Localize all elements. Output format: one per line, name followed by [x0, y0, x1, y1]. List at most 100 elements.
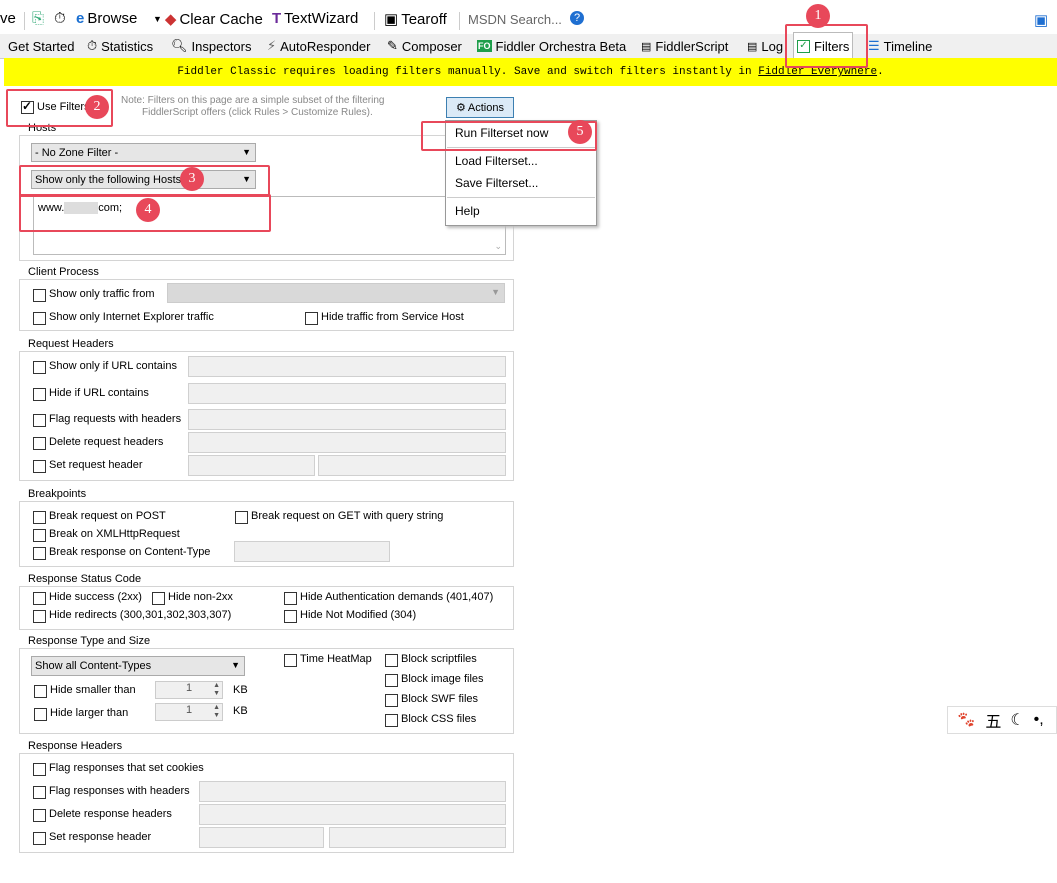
spinner-arrows-icon[interactable]: ▲ ▼ [213, 704, 220, 720]
set-request-header-name-field[interactable] [188, 455, 315, 476]
hide-success-checkbox[interactable] [33, 592, 46, 605]
tab-timeline[interactable]: ☰ Timeline [865, 34, 935, 58]
flag-requests-checkbox[interactable] [33, 414, 46, 427]
block-image-label: Block image files [401, 673, 484, 685]
toolbar-divider [24, 12, 25, 30]
log-icon: ▤ [747, 40, 758, 53]
moon-icon[interactable]: ☾ [1010, 710, 1024, 730]
block-swf-label: Block SWF files [401, 693, 479, 705]
step-badge-5: 5 [568, 120, 592, 144]
actions-button[interactable]: ⚙ Actions [446, 97, 514, 118]
textwizard-button[interactable]: T TextWizard [272, 10, 358, 27]
hide-redirects-checkbox[interactable] [33, 610, 46, 623]
menu-item-load-filterset[interactable]: Load Filterset... [455, 154, 538, 168]
hide-non2xx-label: Hide non-2xx [168, 591, 233, 603]
hide-service-host-checkbox[interactable] [305, 312, 318, 325]
tab-strip: Get Started ⏱ Statistics 🔍︎ Inspectors ⚡︎ A… [0, 32, 1057, 60]
hide-not-modified-checkbox[interactable] [284, 610, 297, 623]
delete-response-headers-checkbox[interactable] [33, 809, 46, 822]
hide-non2xx-checkbox[interactable] [152, 592, 165, 605]
hide-auth-label: Hide Authentication demands (401,407) [300, 591, 494, 603]
hide-service-host-label: Hide traffic from Service Host [321, 311, 464, 323]
show-only-url-field[interactable] [188, 356, 506, 377]
set-response-header-value-field[interactable] [329, 827, 506, 848]
flag-response-headers-field[interactable] [199, 781, 506, 802]
show-only-traffic-from-checkbox[interactable] [33, 289, 46, 302]
flag-requests-label: Flag requests with headers [49, 413, 182, 425]
set-request-header-checkbox[interactable] [33, 460, 46, 473]
tab-label: AutoResponder [280, 38, 371, 54]
tab-get-started[interactable]: Get Started [5, 34, 77, 58]
show-only-ie-checkbox[interactable] [33, 312, 46, 325]
scroll-down-icon[interactable]: ⌄ [494, 241, 502, 252]
break-content-type-checkbox[interactable] [33, 547, 46, 560]
toolbar: ve ⎘ ⏱ e Browse ▼ ◆ Clear Cache T TextWizard… [0, 6, 1057, 32]
textwizard-icon: T [272, 10, 282, 27]
tab-statistics[interactable]: ⏱ Statistics [84, 34, 156, 58]
hide-smaller-value: 1 [185, 682, 193, 694]
help-icon[interactable]: ? [570, 11, 584, 25]
process-select[interactable]: ▼ [167, 283, 505, 303]
hide-larger-checkbox[interactable] [34, 708, 47, 721]
block-css-checkbox[interactable] [385, 714, 398, 727]
hide-smaller-checkbox[interactable] [34, 685, 47, 698]
set-response-header-name-field[interactable] [199, 827, 324, 848]
tab-label: Inspectors [191, 38, 252, 54]
time-heatmap-checkbox[interactable] [284, 654, 297, 667]
tab-inspectors[interactable]: 🔍︎ Inspectors [168, 34, 255, 58]
content-types-select[interactable]: Show all Content-Types ▼ [31, 656, 245, 676]
delete-request-headers-label: Delete request headers [49, 436, 164, 448]
tearoff-button[interactable]: ▣ Tearoff [384, 10, 447, 29]
block-image-checkbox[interactable] [385, 674, 398, 687]
online-icon[interactable]: ▣ [1034, 11, 1048, 29]
hide-auth-checkbox[interactable] [284, 592, 297, 605]
set-request-header-value-field[interactable] [318, 455, 506, 476]
status-code-title: Response Status Code [26, 573, 144, 585]
hide-smaller-stepper[interactable]: 1 ▲ ▼ [155, 681, 223, 699]
breakpoints-title: Breakpoints [26, 488, 89, 500]
ime-mode-label[interactable]: 五 [985, 708, 1001, 732]
hide-url-field[interactable] [188, 383, 506, 404]
zone-filter-select[interactable]: - No Zone Filter - ▼ [31, 143, 256, 162]
chevron-down-icon: ▼ [231, 660, 240, 670]
clear-cache-button[interactable]: ▼ ◆ Clear Cache [153, 10, 263, 29]
tab-composer[interactable]: ✎ Composer [384, 34, 465, 58]
clear-cache-label: Clear Cache [179, 10, 263, 28]
show-only-url-checkbox[interactable] [33, 361, 46, 374]
browse-button[interactable]: e Browse [76, 10, 137, 27]
show-only-ie-label: Show only Internet Explorer traffic [49, 311, 214, 323]
show-only-url-label: Show only if URL contains [49, 360, 177, 372]
hide-larger-stepper[interactable]: 1 ▲ ▼ [155, 703, 223, 721]
dropdown-arrow-icon: ▼ [153, 14, 162, 24]
tab-autoresponder[interactable]: ⚡︎ AutoResponder [264, 34, 373, 58]
set-response-header-checkbox[interactable] [33, 832, 46, 845]
break-xhr-checkbox[interactable] [33, 529, 46, 542]
flag-cookies-checkbox[interactable] [33, 763, 46, 776]
break-get-checkbox[interactable] [235, 511, 248, 524]
break-content-type-field[interactable] [234, 541, 390, 562]
delete-request-headers-checkbox[interactable] [33, 437, 46, 450]
break-post-checkbox[interactable] [33, 511, 46, 524]
flag-requests-field[interactable] [188, 409, 506, 430]
punctuation-icon[interactable]: •, [1034, 711, 1044, 729]
delete-request-headers-field[interactable] [188, 432, 506, 453]
script-icon: ▤ [641, 40, 652, 53]
block-swf-checkbox[interactable] [385, 694, 398, 707]
save-button[interactable]: ve [0, 10, 16, 27]
hide-not-modified-label: Hide Not Modified (304) [300, 609, 417, 621]
paw-icon[interactable]: 🐾︎ [956, 710, 976, 730]
hide-url-checkbox[interactable] [33, 388, 46, 401]
msdn-search-input[interactable]: MSDN Search... [468, 12, 562, 27]
replay-icon[interactable]: ⎘ [32, 10, 44, 27]
menu-item-help[interactable]: Help [455, 204, 480, 218]
block-script-checkbox[interactable] [385, 654, 398, 667]
stopwatch-icon[interactable]: ⏱ [54, 10, 66, 27]
menu-item-save-filterset[interactable]: Save Filterset... [455, 176, 538, 190]
spinner-arrows-icon[interactable]: ▲ ▼ [213, 682, 220, 698]
delete-response-headers-field[interactable] [199, 804, 506, 825]
set-response-header-label: Set response header [49, 831, 152, 843]
flag-response-headers-checkbox[interactable] [33, 786, 46, 799]
tab-fiddlerscript[interactable]: ▤ FiddlerScript [638, 34, 731, 58]
tab-fiddler-orchestra[interactable]: FO Fiddler Orchestra Beta [474, 34, 629, 58]
tab-log[interactable]: ▤ Log [744, 34, 786, 58]
